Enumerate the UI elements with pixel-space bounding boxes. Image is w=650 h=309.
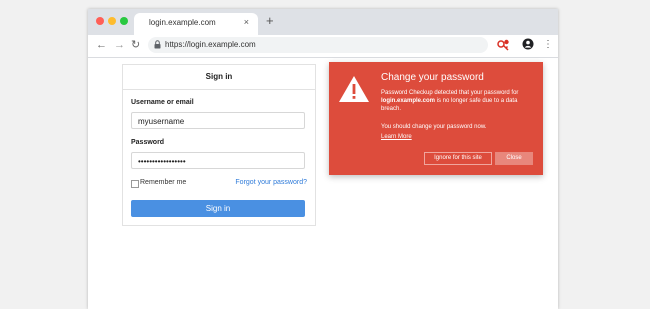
address-bar[interactable]: https://login.example.com [148, 37, 488, 53]
tab-login[interactable]: login.example.com × [134, 13, 258, 35]
signin-title: Sign in [205, 72, 233, 81]
password-key-alert-icon[interactable] [496, 38, 510, 52]
close-button[interactable]: Close [495, 152, 533, 165]
reload-button[interactable]: ↻ [131, 38, 140, 52]
alert-domain: login.example.com [381, 98, 436, 104]
password-label: Password [131, 139, 165, 146]
password-alert-popup: Change your password Password Checkup de… [329, 62, 543, 175]
forward-button[interactable]: → [114, 38, 125, 52]
signin-button[interactable]: Sign in [131, 200, 305, 217]
username-field[interactable]: myusername [131, 112, 305, 129]
forgot-password-link[interactable]: Forgot your password? [235, 179, 307, 186]
tab-bar: login.example.com × + [88, 9, 558, 35]
learn-more-link[interactable]: Learn More [381, 134, 412, 140]
username-label: Username or email [131, 99, 194, 106]
minimize-window-button[interactable] [108, 17, 116, 25]
ignore-for-site-button[interactable]: Ignore for this site [424, 152, 492, 165]
signin-card: Sign in Username or email myusername Pas… [122, 64, 316, 226]
alert-message-start: Password Checkup detected that your pass… [381, 90, 519, 96]
url-text: https://login.example.com [165, 40, 256, 49]
tab-title: login.example.com [149, 18, 216, 27]
alert-message: Password Checkup detected that your pass… [381, 89, 537, 113]
profile-icon[interactable] [522, 38, 534, 50]
lock-icon [154, 40, 161, 49]
remember-label: Remember me [140, 179, 187, 186]
warning-icon [339, 76, 369, 102]
back-button[interactable]: ← [96, 38, 107, 52]
new-tab-button[interactable]: + [266, 14, 274, 27]
alert-title: Change your password [381, 72, 484, 83]
signin-header: Sign in [123, 65, 315, 90]
close-window-button[interactable] [96, 17, 104, 25]
password-field[interactable]: ••••••••••••••••• [131, 152, 305, 169]
browser-toolbar: ← → ↻ https://login.example.com ⋮ [88, 35, 558, 58]
alert-advice: You should change your password now. [381, 124, 487, 130]
menu-icon[interactable]: ⋮ [543, 38, 553, 52]
maximize-window-button[interactable] [120, 17, 128, 25]
remember-checkbox[interactable] [131, 180, 139, 188]
tab-close-icon[interactable]: × [244, 17, 249, 27]
